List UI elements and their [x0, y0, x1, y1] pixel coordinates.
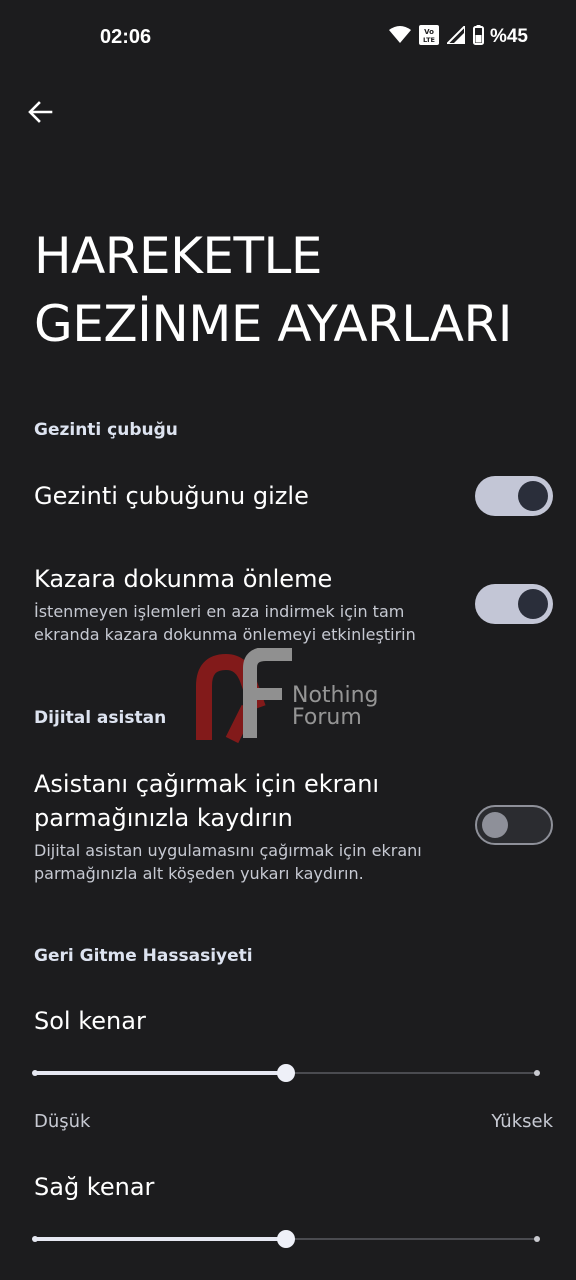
- high-label: Yüksek: [491, 1111, 553, 1132]
- back-button[interactable]: [20, 92, 60, 132]
- svg-text:LTE: LTE: [423, 36, 435, 44]
- accidental-touch-title: Kazara dokunma önleme: [34, 565, 333, 593]
- slider-thumb[interactable]: [277, 1064, 295, 1082]
- slider-thumb[interactable]: [277, 1230, 295, 1248]
- wifi-icon: [388, 26, 411, 48]
- left-edge-slider[interactable]: [32, 1061, 540, 1085]
- slider-start-dot: [32, 1070, 38, 1076]
- battery-icon: [472, 25, 484, 49]
- left-edge-title: Sol kenar: [34, 1007, 146, 1035]
- status-time: 02:06: [100, 26, 152, 48]
- slider-end-dot: [534, 1070, 540, 1076]
- arrow-left-icon: [28, 101, 53, 123]
- slider-fill: [34, 1071, 286, 1075]
- assistant-swipe-subtitle: Dijital asistan uygulamasını çağırmak iç…: [34, 841, 422, 883]
- section-header-back-sensitivity: Geri Gitme Hassasiyeti: [34, 946, 253, 966]
- switch-knob: [518, 481, 548, 511]
- watermark-line2: Forum: [292, 705, 362, 730]
- svg-text:Vo: Vo: [424, 28, 434, 36]
- hide-nav-bar-switch[interactable]: [475, 476, 553, 516]
- volte-icon: Vo LTE: [418, 25, 439, 49]
- assistant-swipe-title: Asistanı çağırmak için ekranı parmağınız…: [34, 770, 380, 832]
- slider-fill: [34, 1237, 286, 1241]
- nothing-forum-logo-icon: [196, 648, 292, 744]
- nothing-forum-watermark: Nothing Forum: [192, 648, 392, 748]
- page-title: HAREKETLE GEZİNME AYARLARI: [34, 227, 513, 353]
- hide-nav-bar-title: Gezinti çubuğunu gizle: [34, 482, 309, 510]
- slider-end-dot: [534, 1236, 540, 1242]
- low-label: Düşük: [34, 1111, 91, 1132]
- switch-knob: [518, 589, 548, 619]
- switch-knob: [482, 812, 508, 838]
- right-edge-slider[interactable]: [32, 1227, 540, 1251]
- slider-start-dot: [32, 1236, 38, 1242]
- section-header-assistant: Dijital asistan: [34, 708, 167, 728]
- accidental-touch-subtitle: İstenmeyen işlemleri en aza indirmek içi…: [34, 602, 416, 644]
- section-header-nav-bar: Gezinti çubuğu: [34, 420, 178, 440]
- battery-percent: %45: [489, 26, 528, 47]
- accidental-touch-switch[interactable]: [475, 584, 553, 624]
- assistant-swipe-switch[interactable]: [475, 805, 553, 845]
- status-icons: Vo LTE %45: [388, 23, 528, 50]
- signal-icon: [444, 23, 466, 48]
- right-edge-title: Sağ kenar: [34, 1173, 155, 1201]
